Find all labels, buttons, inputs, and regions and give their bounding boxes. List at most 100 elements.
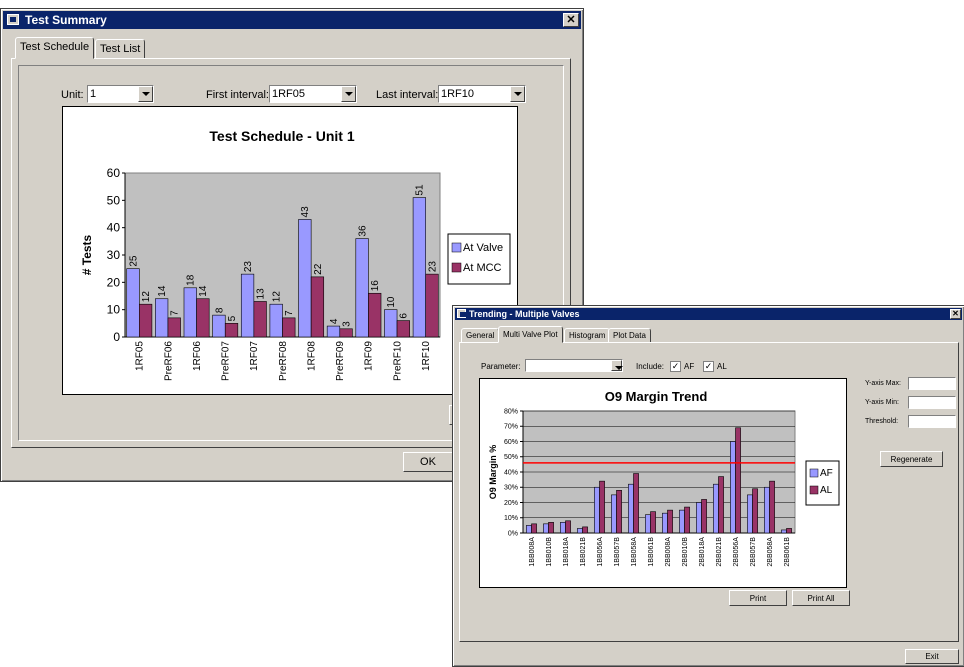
data-label: 14 — [198, 285, 209, 297]
y-tick-label: 0% — [508, 530, 518, 537]
include-af-label: AF — [684, 362, 695, 371]
bar-a — [384, 309, 398, 338]
x-tick-label: 2BB061B — [784, 537, 791, 567]
x-tick-label: 1RF07 — [249, 341, 260, 371]
test-summary-title: Test Summary — [25, 13, 107, 27]
include-al-label: AL — [717, 362, 727, 371]
test-summary-titlebar[interactable]: Test Summary ✕ — [3, 11, 581, 29]
last-interval-label: Last interval: — [376, 89, 439, 101]
legend-swatch — [809, 485, 819, 495]
tab-test-schedule[interactable]: Test Schedule — [15, 37, 95, 59]
x-tick-label: 1BB058A — [631, 537, 638, 567]
y-axis-max-field[interactable] — [908, 377, 956, 390]
bar-a — [240, 273, 255, 338]
bar-a — [679, 509, 685, 534]
parameter-select[interactable] — [525, 359, 623, 372]
bar-a — [747, 494, 753, 534]
unit-label: Unit: — [61, 89, 84, 101]
x-tick-label: 2BB058A — [767, 537, 774, 567]
x-tick-label: 1BB021B — [580, 537, 587, 567]
tab-multi-valve-plot[interactable]: Multi Valve Plot — [498, 326, 563, 343]
y-tick-label: 0 — [113, 330, 120, 344]
exit-button[interactable]: Exit — [905, 649, 959, 664]
data-label: 6 — [399, 313, 410, 319]
legend-label: At Valve — [463, 242, 503, 254]
bar-b — [599, 480, 605, 534]
bar-b — [425, 273, 439, 338]
bar-a — [628, 483, 634, 534]
include-af-checkbox[interactable]: ✓ — [670, 361, 681, 372]
x-tick-label: 2BB056A — [733, 537, 740, 567]
x-tick-label: 2BB010B — [682, 537, 689, 567]
bar-a — [662, 512, 668, 534]
bar-b — [718, 476, 724, 534]
y-axis-max-label: Y-axis Max: — [865, 380, 901, 387]
tab-test-list[interactable]: Test List — [95, 39, 146, 59]
test-schedule-chart-box: Test Schedule - Unit 1 0 10 20 30 40 50 60 25 12 1… — [62, 106, 518, 395]
bar-b — [735, 427, 741, 534]
x-tick-label: 1BB008A — [529, 537, 536, 567]
tab-plot-data[interactable]: Plot Data — [608, 328, 651, 343]
x-tick-label: 1BB056A — [597, 537, 604, 567]
include-al-checkbox[interactable]: ✓ — [703, 361, 714, 372]
unit-value: 1 — [90, 88, 97, 100]
data-label: 43 — [300, 206, 311, 218]
bar-b — [684, 506, 690, 534]
ok-button[interactable]: OK — [403, 452, 453, 472]
bar-a — [781, 529, 787, 534]
chevron-down-icon[interactable] — [510, 86, 525, 102]
threshold-field[interactable] — [908, 415, 956, 428]
data-label: 5 — [227, 315, 238, 321]
close-button[interactable]: ✕ — [950, 309, 961, 319]
x-tick-label: 1RF09 — [364, 341, 375, 371]
unit-select[interactable]: 1 — [87, 85, 154, 103]
x-tick-label: 2BB018A — [699, 537, 706, 567]
tab-histogram[interactable]: Histogram — [564, 328, 611, 343]
bar-b — [253, 301, 267, 338]
data-label: 51 — [415, 184, 426, 196]
data-label: 23 — [243, 261, 254, 273]
y-tick-label: 20% — [504, 500, 518, 507]
parameter-label: Parameter: — [481, 362, 521, 371]
chevron-down-icon[interactable] — [138, 86, 153, 102]
x-tick-label: PreRF06 — [163, 341, 174, 381]
bar-b — [701, 499, 707, 534]
y-tick-label: 10 — [107, 303, 121, 317]
first-interval-value: 1RF05 — [272, 88, 306, 100]
x-tick-label: 1BB018A — [563, 537, 570, 567]
print-button[interactable]: Print — [729, 590, 787, 606]
last-interval-select[interactable]: 1RF10 — [438, 85, 526, 103]
first-interval-select[interactable]: 1RF05 — [269, 85, 357, 103]
trending-title: Trending - Multiple Valves — [469, 309, 580, 319]
print-all-button[interactable]: Print All — [792, 590, 850, 606]
x-tick-label: 1RF10 — [421, 341, 432, 371]
y-tick-label: 40 — [107, 221, 121, 235]
bar-b — [196, 298, 210, 338]
y-axis-min-field[interactable] — [908, 396, 956, 409]
regenerate-button[interactable]: Regenerate — [880, 451, 943, 467]
data-label: 13 — [255, 288, 266, 300]
bar-a — [645, 514, 651, 534]
y-axis-label: # Tests — [80, 234, 94, 275]
bar-a — [126, 268, 140, 338]
bar-b — [786, 528, 792, 534]
chevron-down-icon[interactable] — [611, 360, 623, 371]
first-interval-label: First interval: — [206, 89, 269, 101]
x-tick-label: 1RF05 — [135, 341, 146, 371]
bar-a — [269, 303, 283, 338]
x-tick-label: PreRF08 — [278, 341, 289, 381]
trending-titlebar[interactable]: Trending - Multiple Valves ✕ — [455, 308, 962, 320]
close-button[interactable]: ✕ — [563, 13, 579, 27]
bar-a — [355, 238, 369, 338]
data-label: 10 — [386, 296, 397, 308]
bar-a — [412, 197, 426, 338]
bar-b — [633, 473, 639, 534]
chevron-down-icon[interactable] — [341, 86, 356, 102]
tab-general[interactable]: General — [461, 328, 500, 343]
x-tick-label: 2BB057B — [750, 537, 757, 567]
y-tick-label: 70% — [504, 424, 518, 431]
bar-b — [769, 480, 775, 534]
bar-a — [594, 486, 600, 534]
bar-b — [667, 509, 673, 534]
x-tick-label: PreRF09 — [335, 341, 346, 381]
